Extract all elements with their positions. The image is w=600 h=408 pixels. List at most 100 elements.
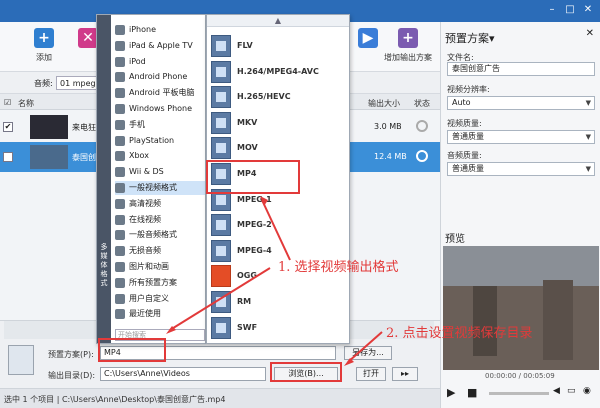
preset-icon <box>8 345 34 375</box>
filename-field[interactable]: 泰国创意广告 <box>447 62 595 76</box>
resolution-select[interactable]: Auto ▼ <box>447 96 595 110</box>
category-icon <box>115 56 125 67</box>
stop-icon[interactable]: ■ <box>467 386 477 400</box>
vertical-tab-label: 多媒体格式 <box>100 243 108 287</box>
audio-quality-select[interactable]: 普通质量 ▼ <box>447 162 595 176</box>
category-item[interactable]: 在线视频 <box>115 213 205 227</box>
dropdown-arrow-icon: ▼ <box>585 99 591 107</box>
format-item[interactable]: H.264/MPEG4-AVC <box>211 59 345 85</box>
dropdown-arrow-icon: ▼ <box>585 165 591 173</box>
category-item[interactable]: 最近使用 <box>115 307 205 321</box>
preset-highlight-box <box>98 338 166 362</box>
category-item[interactable]: iPhone <box>115 23 205 37</box>
row-checkbox[interactable]: ✔ <box>3 152 13 162</box>
file-name: 泰国创 <box>72 153 96 162</box>
video-file-icon <box>211 137 231 160</box>
category-icon <box>115 135 125 146</box>
row-checkbox[interactable]: ✔ <box>3 122 13 132</box>
category-item[interactable]: Android Phone <box>115 70 205 84</box>
open-button[interactable]: 打开 <box>356 367 386 381</box>
category-icon <box>115 40 125 51</box>
format-item[interactable]: MOV <box>211 135 345 161</box>
category-item[interactable]: Android 平板电脑 <box>115 86 205 100</box>
save-as-button[interactable]: 另存为... <box>344 346 392 360</box>
preview-title: 预览 <box>445 234 465 245</box>
col-name[interactable]: 名称 <box>18 98 34 109</box>
category-item[interactable]: iPad & Apple TV <box>115 39 205 53</box>
video-file-icon <box>211 291 231 313</box>
category-icon <box>115 198 125 209</box>
snapshot-folder-icon[interactable]: ▭ <box>567 386 576 400</box>
category-item[interactable]: 用户自定义 <box>115 292 205 306</box>
category-item[interactable]: Windows Phone <box>115 102 205 116</box>
category-item[interactable]: 高清视频 <box>115 197 205 211</box>
video-file-icon <box>211 111 231 134</box>
category-item[interactable]: Wii & DS <box>115 165 205 179</box>
audio-label: 音频: <box>34 79 53 88</box>
category-icon <box>115 262 125 272</box>
annotation-step1: 1. 选择视频输出格式 <box>278 260 399 275</box>
format-item[interactable]: SWF <box>211 315 345 341</box>
mp4-highlight-box <box>206 160 300 194</box>
more-options-button[interactable]: ▸▸ <box>392 367 418 381</box>
video-thumbnail <box>30 115 68 139</box>
format-item[interactable]: MPEG-2 <box>211 212 345 238</box>
minimize-icon[interactable]: – <box>544 2 560 18</box>
add-output-button[interactable]: + 增加输出方案 <box>380 28 436 63</box>
video-thumbnail <box>30 145 68 169</box>
category-item[interactable]: 无损音频 <box>115 244 205 258</box>
audio-track-select[interactable]: 01 mpeg4 <box>56 76 100 90</box>
video-file-icon <box>211 86 231 109</box>
annotation-step2: 2. 点击设置视频保存目录 <box>386 326 533 341</box>
clock-icon <box>416 120 428 132</box>
html5-icon <box>211 265 231 288</box>
category-icon <box>115 246 125 257</box>
category-icon <box>115 119 125 130</box>
category-icon <box>115 151 125 162</box>
category-item[interactable]: iPod <box>115 55 205 69</box>
maximize-icon[interactable]: □ <box>562 2 578 18</box>
category-item[interactable]: 一般视频格式 <box>115 181 205 195</box>
video-quality-select[interactable]: 普通质量 ▼ <box>447 130 595 144</box>
format-item[interactable]: FLV <box>211 33 345 59</box>
preview-video[interactable] <box>443 246 599 370</box>
close-icon[interactable]: ✕ <box>580 2 596 18</box>
category-icon <box>115 104 125 114</box>
play-icon[interactable]: ▶ <box>447 386 455 400</box>
category-item[interactable]: 手机 <box>115 118 205 132</box>
video-file-icon <box>211 316 231 339</box>
output-directory-field[interactable]: C:\Users\Anne\Videos <box>100 367 266 381</box>
plus-icon: + <box>34 28 54 48</box>
col-output-size[interactable]: 输出大小 <box>368 98 400 109</box>
add-output-icon: + <box>398 28 418 48</box>
category-item[interactable]: 图片和动画 <box>115 260 205 274</box>
category-item[interactable]: PlayStation <box>115 134 205 148</box>
category-item[interactable]: 一般音频格式 <box>115 228 205 242</box>
add-button[interactable]: + 添加 <box>20 28 68 63</box>
close-panel-icon[interactable]: ✕ <box>586 28 594 39</box>
category-item[interactable]: 所有预置方案 <box>115 276 205 290</box>
format-item[interactable]: MKV <box>211 110 345 136</box>
scroll-up-button[interactable]: ▲ <box>207 15 349 27</box>
remove-icon: ✕ <box>78 28 98 48</box>
category-icon <box>115 88 125 99</box>
output-size: 3.0 MB <box>374 122 402 131</box>
category-tab-strip[interactable]: 多媒体格式 <box>97 15 111 343</box>
format-item[interactable]: RM <box>211 289 345 315</box>
category-item[interactable]: Xbox <box>115 149 205 163</box>
preset-settings-panel: 预置方案▾ ✕ 文件名: 泰国创意广告 视频分辨率: Auto ▼ 视频质量: 普… <box>440 22 600 408</box>
category-icon <box>115 309 125 320</box>
camera-icon[interactable]: ◉ <box>583 386 591 400</box>
category-icon <box>115 214 125 225</box>
seek-slider[interactable] <box>489 392 549 395</box>
convert-icon: ▶ <box>358 28 378 48</box>
preset-panel-title[interactable]: 预置方案▾ <box>445 30 495 46</box>
format-item[interactable]: H.265/HEVC <box>211 84 345 110</box>
playback-time: 00:00:00 / 00:05:09 <box>485 372 555 380</box>
category-panel: 多媒体格式 iPhone iPad & Apple TV iPod Android P… <box>96 14 206 344</box>
video-file-icon <box>211 60 231 83</box>
select-all-checkbox[interactable]: ☑ <box>4 98 11 107</box>
video-file-icon <box>211 214 231 237</box>
col-status[interactable]: 状态 <box>414 98 430 109</box>
volume-icon[interactable]: ◀ <box>553 386 560 400</box>
